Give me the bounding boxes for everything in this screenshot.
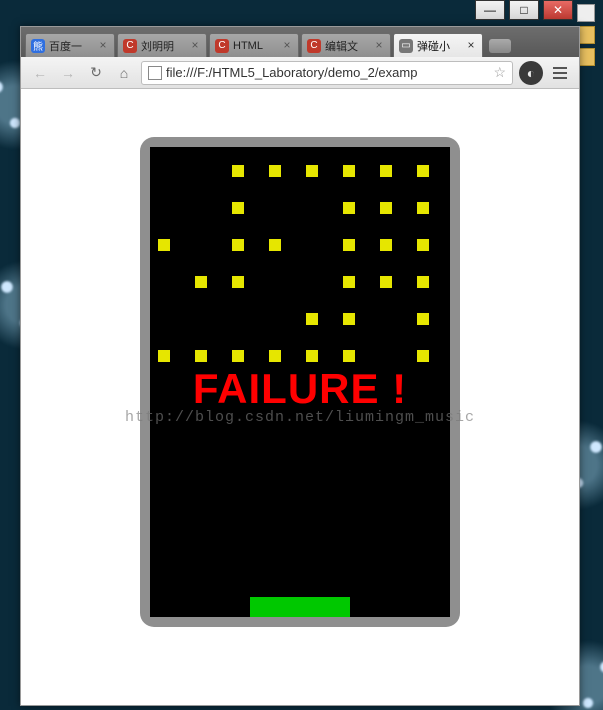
brick [195, 350, 207, 362]
browser-toolbar: ← → ↻ ⌂ file:///F:/HTML5_Laboratory/demo… [21, 57, 579, 89]
brick [306, 313, 318, 325]
brick [417, 350, 429, 362]
tab-label: HTML [233, 40, 263, 52]
browser-tab[interactable]: C 编辑文 × [301, 33, 391, 57]
brick [380, 165, 392, 177]
brick [158, 239, 170, 251]
brick [232, 165, 244, 177]
tab-label: 刘明明 [141, 38, 174, 54]
desktop-icons [577, 0, 599, 70]
brick [343, 202, 355, 214]
forward-button[interactable]: → [57, 62, 79, 84]
os-close-button[interactable]: ✕ [543, 0, 573, 20]
brick [417, 276, 429, 288]
tab-label: 弹碰小 [417, 38, 450, 54]
tab-close-icon[interactable]: × [281, 40, 293, 52]
brick [417, 239, 429, 251]
brick [380, 276, 392, 288]
brick [195, 276, 207, 288]
address-bar[interactable]: file:///F:/HTML5_Laboratory/demo_2/examp… [141, 61, 513, 85]
page-content: FAILURE ! http://blog.csdn.net/liumingm_… [21, 89, 579, 705]
page-icon [148, 66, 162, 80]
brick [306, 165, 318, 177]
brick [380, 239, 392, 251]
game-frame: FAILURE ! [140, 137, 460, 627]
os-window-controls: — □ ✕ [0, 0, 579, 26]
bookmark-star-icon[interactable]: ☆ [493, 64, 506, 81]
brick [343, 313, 355, 325]
reload-button[interactable]: ↻ [85, 62, 107, 84]
browser-window: 熊百度一 × C 刘明明 × C HTML × C 编辑文 × ▭ 弹碰小 × ← → ↻ ⌂ file:… [20, 26, 580, 706]
tab-label: 编辑文 [325, 38, 358, 54]
paddle [250, 597, 350, 617]
os-maximize-button[interactable]: □ [509, 0, 539, 20]
brick [417, 202, 429, 214]
brick [232, 350, 244, 362]
brick [232, 239, 244, 251]
favicon: 熊 [31, 39, 45, 53]
favicon: ▭ [399, 39, 413, 53]
brick [417, 313, 429, 325]
tab-close-icon[interactable]: × [373, 40, 385, 52]
favicon: C [215, 39, 229, 53]
extension-button[interactable]: ◐ [519, 61, 543, 85]
game-message: FAILURE ! [150, 365, 450, 413]
browser-tab[interactable]: ▭ 弹碰小 × [393, 33, 483, 57]
tab-strip: 熊百度一 × C 刘明明 × C HTML × C 编辑文 × ▭ 弹碰小 × [21, 27, 579, 57]
game-canvas[interactable]: FAILURE ! [150, 147, 450, 617]
brick [417, 165, 429, 177]
favicon: C [307, 39, 321, 53]
browser-tab[interactable]: C 刘明明 × [117, 33, 207, 57]
home-button[interactable]: ⌂ [113, 62, 135, 84]
brick [158, 350, 170, 362]
menu-button[interactable] [549, 62, 571, 84]
brick [343, 165, 355, 177]
browser-tab[interactable]: C HTML × [209, 33, 299, 57]
brick [269, 165, 281, 177]
favicon: C [123, 39, 137, 53]
tab-close-icon[interactable]: × [97, 40, 109, 52]
brick [269, 239, 281, 251]
os-minimize-button[interactable]: — [475, 0, 505, 20]
brick [306, 350, 318, 362]
tab-label: 百度一 [49, 38, 82, 54]
brick [343, 276, 355, 288]
new-tab-button[interactable] [489, 39, 511, 53]
brick [269, 350, 281, 362]
brick [232, 202, 244, 214]
back-button[interactable]: ← [29, 62, 51, 84]
tab-close-icon[interactable]: × [465, 40, 477, 52]
brick [380, 202, 392, 214]
browser-tab[interactable]: 熊百度一 × [25, 33, 115, 57]
brick [232, 276, 244, 288]
tab-close-icon[interactable]: × [189, 40, 201, 52]
url-text: file:///F:/HTML5_Laboratory/demo_2/examp [166, 65, 417, 80]
brick [343, 239, 355, 251]
brick [343, 350, 355, 362]
